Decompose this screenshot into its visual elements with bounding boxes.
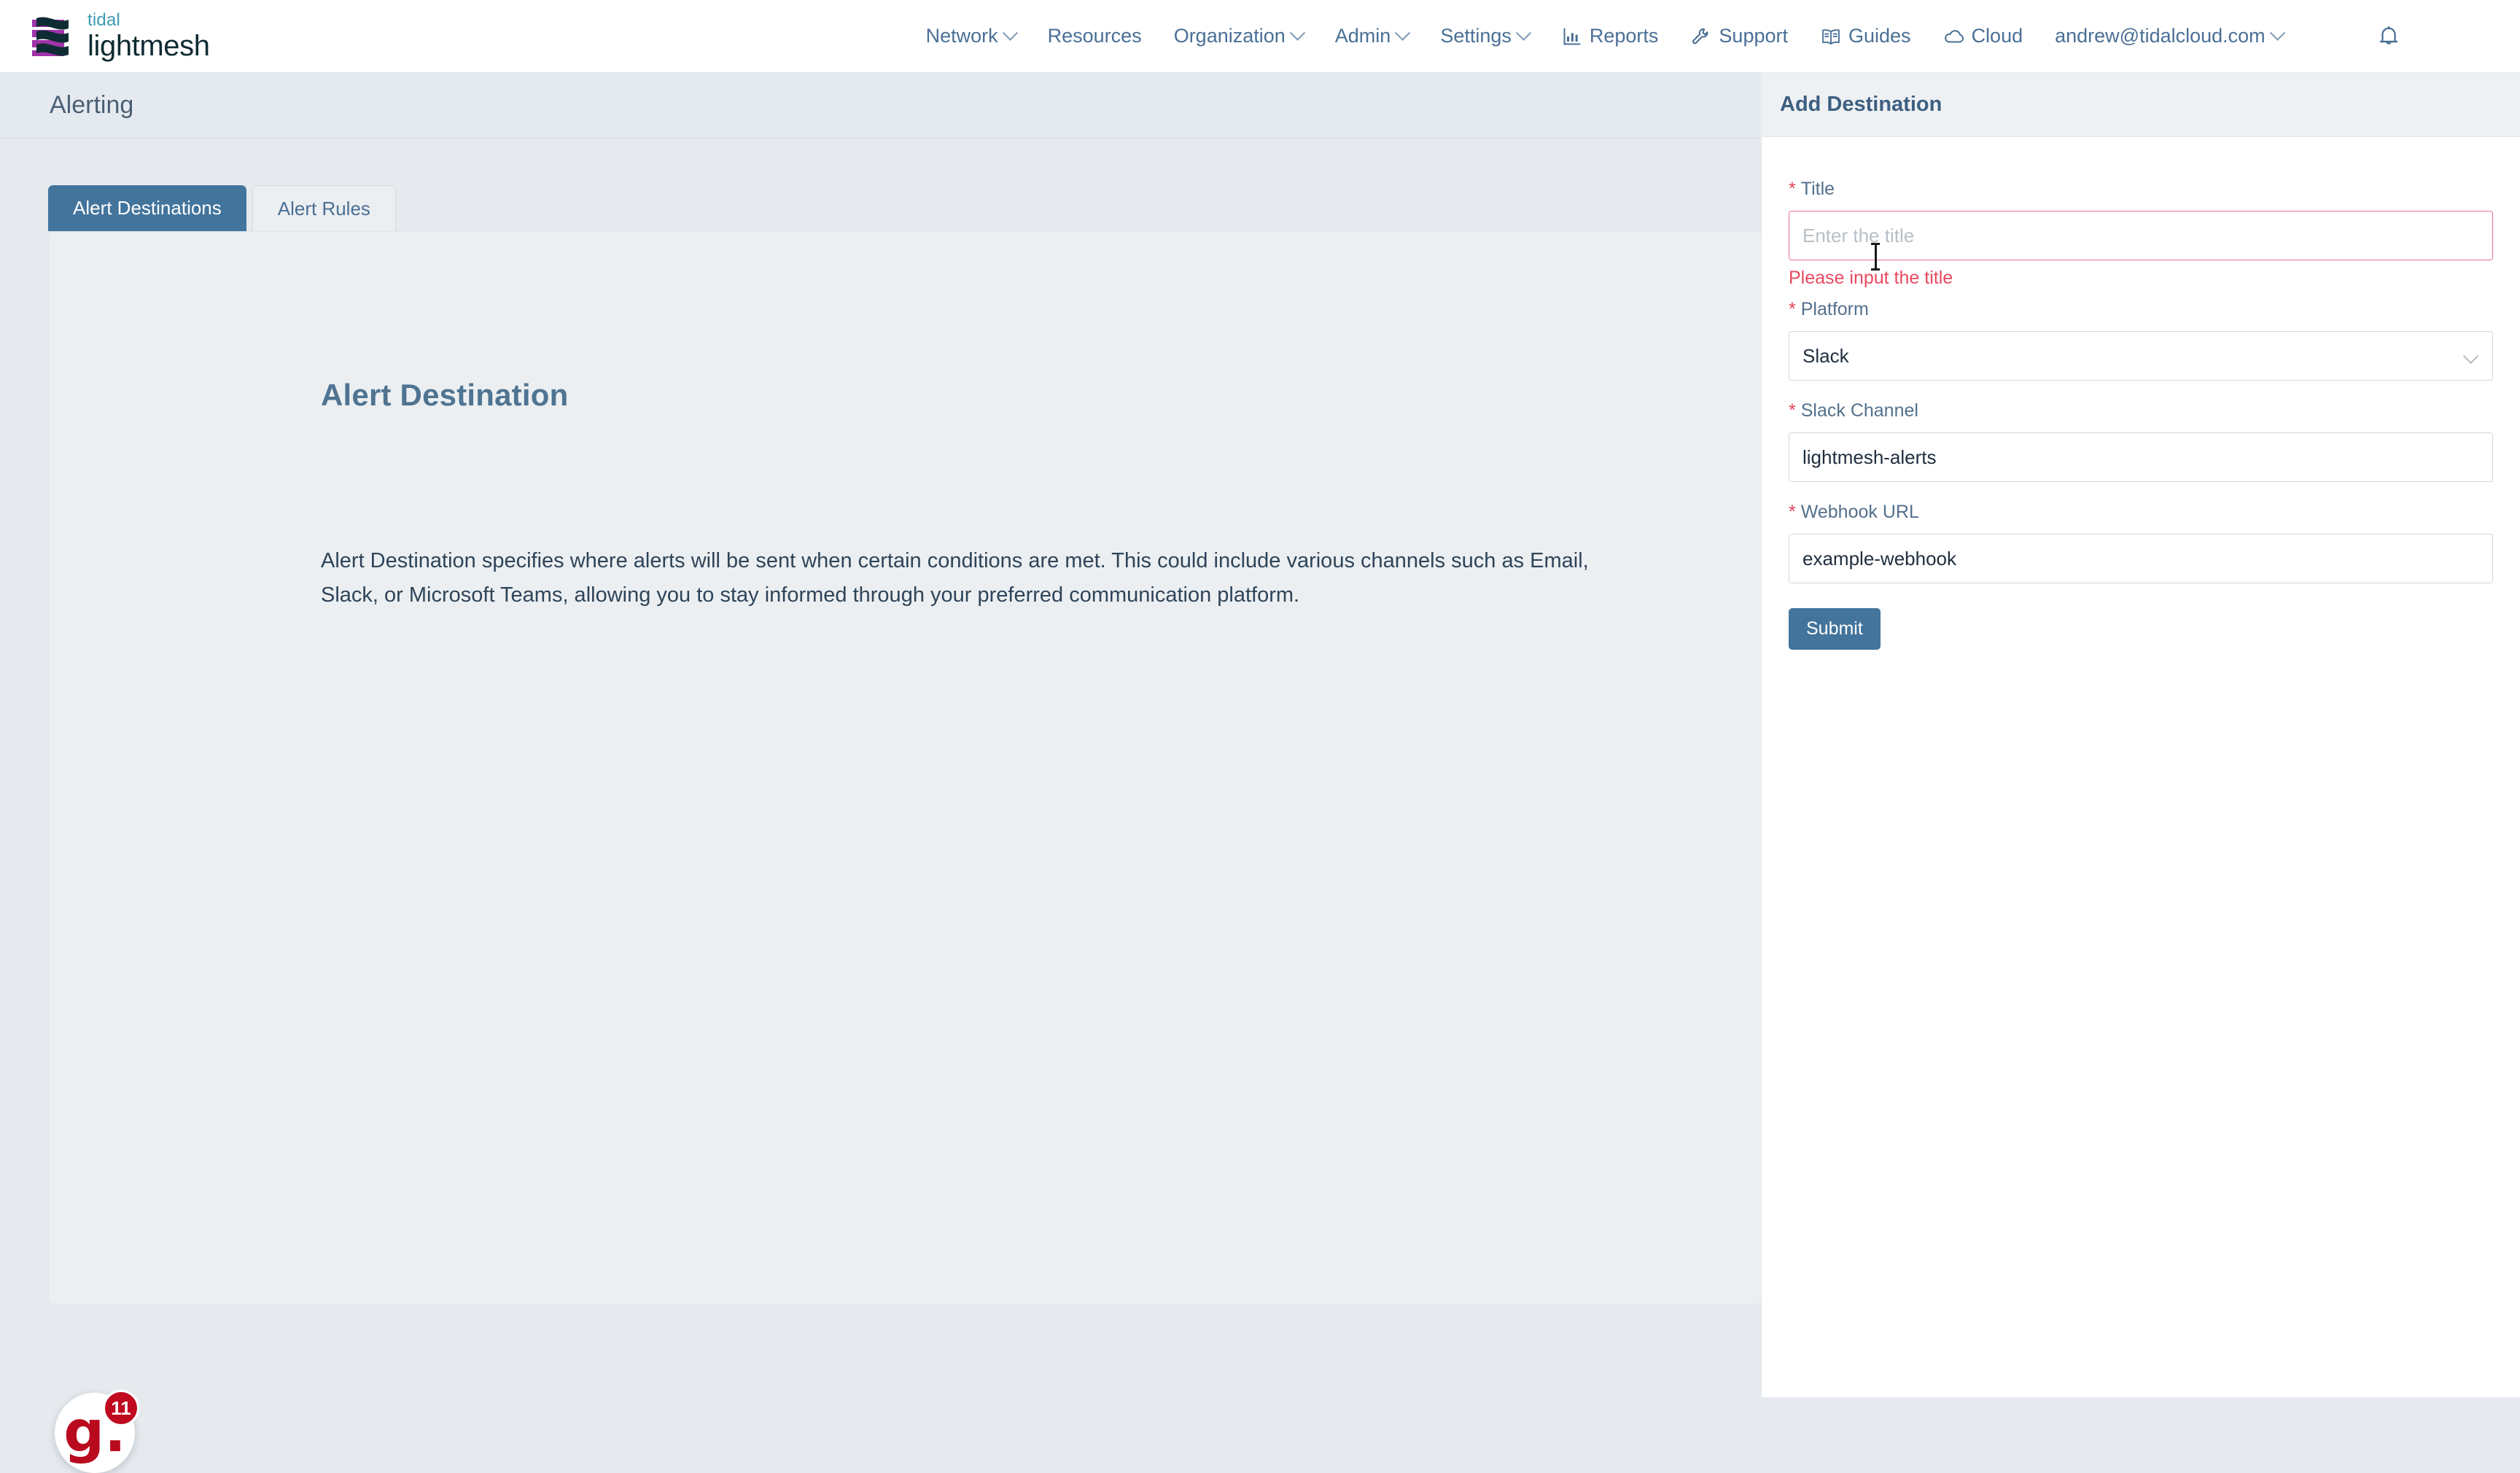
- webhook-url-input[interactable]: [1789, 534, 2493, 583]
- nav-label-admin: Admin: [1334, 25, 1391, 47]
- nav-label-cloud: Cloud: [1971, 25, 2023, 47]
- nav-label-reports: Reports: [1589, 25, 1659, 47]
- help-widget-button[interactable]: g. 11: [55, 1390, 139, 1473]
- bell-icon: [2378, 26, 2400, 47]
- tab-label-alert-destinations: Alert Destinations: [73, 197, 222, 219]
- required-asterisk: *: [1789, 179, 1796, 199]
- tab-alert-rules[interactable]: Alert Rules: [252, 185, 396, 231]
- nav-label-settings: Settings: [1440, 25, 1512, 47]
- nav-item-settings[interactable]: Settings: [1424, 0, 1545, 73]
- nav-item-support[interactable]: Support: [1674, 0, 1804, 73]
- add-destination-form: *Title Please input the title *Platform …: [1762, 137, 2520, 650]
- chevron-down-icon: [2462, 348, 2479, 365]
- field-group-platform: * Platform Slack: [1789, 299, 2493, 381]
- tab-alert-destinations[interactable]: Alert Destinations: [48, 185, 246, 231]
- title-error-message: Please input the title: [1789, 268, 1953, 288]
- nav-label-support: Support: [1719, 25, 1788, 47]
- page-title: Alerting: [50, 91, 134, 119]
- brand-name-top: tidal: [88, 10, 121, 30]
- field-group-webhook-url: * Webhook URL: [1789, 502, 2493, 583]
- brand-name-bottom: lightmesh: [88, 30, 210, 62]
- book-icon: [1820, 26, 1842, 47]
- notifications-button[interactable]: [2362, 26, 2416, 47]
- chevron-down-icon: [1395, 25, 1411, 41]
- chevron-down-icon: [1515, 25, 1531, 41]
- nav-label-organization: Organization: [1173, 25, 1286, 47]
- help-widget-badge: 11: [103, 1390, 139, 1426]
- title-input[interactable]: [1789, 211, 2493, 260]
- slack-channel-input[interactable]: [1789, 432, 2493, 482]
- nav-label-network: Network: [925, 25, 998, 47]
- user-email-label: andrew@tidalcloud.com: [2055, 25, 2266, 47]
- main-content-area: Alert Destinations Alert Rules Alert Des…: [0, 139, 1762, 1473]
- label-text-title: Title: [1800, 179, 1835, 199]
- panel-title: Add Destination: [1780, 93, 1942, 116]
- lightmesh-logo-icon: [28, 14, 77, 59]
- platform-selected-value: Slack: [1802, 344, 1849, 367]
- nav-item-cloud[interactable]: Cloud: [1927, 0, 2039, 73]
- label-text-platform: Platform: [1800, 299, 1869, 319]
- nav-label-guides: Guides: [1848, 25, 1911, 47]
- required-asterisk: *: [1789, 400, 1796, 421]
- label-slack-channel: * Slack Channel: [1789, 400, 2493, 421]
- content-description: Alert Destination specifies where alerts…: [321, 549, 1589, 607]
- nav-label-resources: Resources: [1047, 25, 1142, 47]
- content-panel: Alert Destination Alert Destination spec…: [48, 231, 1762, 1305]
- nav-item-admin[interactable]: Admin: [1319, 0, 1425, 73]
- nav-item-organization[interactable]: Organization: [1158, 0, 1319, 73]
- label-title: * Title: [1789, 179, 2493, 200]
- content-heading: Alert Destination: [321, 378, 569, 412]
- wrench-icon: [1690, 26, 1712, 47]
- tab-label-alert-rules: Alert Rules: [277, 197, 370, 219]
- nav-item-guides[interactable]: Guides: [1804, 0, 1927, 73]
- field-group-title: *Title Please input the title: [1789, 179, 2493, 289]
- required-asterisk: *: [1789, 502, 1796, 522]
- main-menu: Network Resources Organization Admin Set…: [910, 0, 2299, 73]
- platform-select[interactable]: Slack: [1789, 331, 2493, 381]
- field-group-slack-channel: * Slack Channel: [1789, 400, 2493, 482]
- chevron-down-icon: [2269, 25, 2285, 41]
- nav-item-reports[interactable]: Reports: [1545, 0, 1675, 73]
- submit-button[interactable]: Submit: [1789, 608, 1881, 650]
- label-webhook-url: * Webhook URL: [1789, 502, 2493, 523]
- required-asterisk: *: [1789, 299, 1796, 319]
- page-title-bar: Alerting: [0, 73, 1761, 139]
- chevron-down-icon: [1289, 25, 1305, 41]
- nav-item-network[interactable]: Network: [910, 0, 1032, 73]
- add-destination-panel: Add Destination *Title Please input the …: [1761, 73, 2520, 1397]
- label-platform: * Platform: [1789, 299, 2493, 320]
- panel-header: Add Destination: [1762, 73, 2520, 137]
- bar-chart-icon: [1561, 26, 1583, 47]
- label-text-slack-channel: Slack Channel: [1800, 400, 1918, 421]
- top-navigation-bar: tidal lightmesh Network Resources Organi…: [0, 0, 2520, 73]
- brand-logo[interactable]: tidal lightmesh: [28, 12, 210, 61]
- cloud-icon: [1943, 26, 1965, 47]
- tab-bar: Alert Destinations Alert Rules: [48, 185, 396, 231]
- chevron-down-icon: [1002, 25, 1018, 41]
- nav-item-resources[interactable]: Resources: [1032, 0, 1158, 73]
- nav-item-user-account[interactable]: andrew@tidalcloud.com: [2039, 0, 2299, 73]
- label-text-webhook-url: Webhook URL: [1800, 502, 1919, 522]
